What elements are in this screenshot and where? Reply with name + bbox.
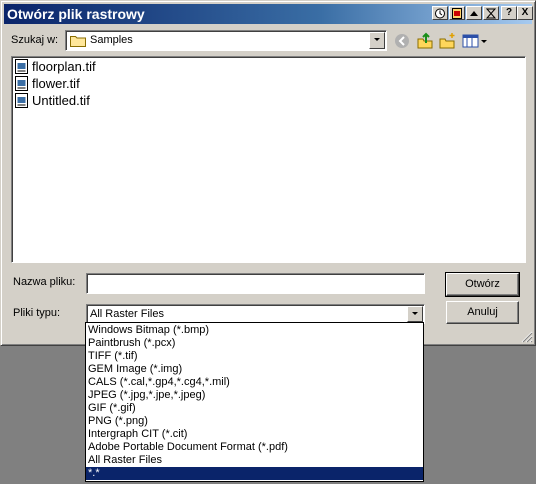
hourglass-icon[interactable] bbox=[483, 6, 499, 20]
chevron-down-icon[interactable] bbox=[407, 306, 423, 322]
folder-icon bbox=[70, 36, 86, 47]
list-item[interactable]: Windows Bitmap (*.bmp) bbox=[86, 324, 423, 337]
view-menu-icon[interactable] bbox=[461, 31, 489, 51]
title-bar[interactable]: Otwórz plik rastrowy ? X bbox=[4, 4, 533, 24]
chevron-down-icon[interactable] bbox=[369, 32, 385, 49]
image-file-icon bbox=[15, 76, 28, 91]
document-icon[interactable] bbox=[449, 6, 465, 20]
file-item-untitled[interactable]: Untitled.tif bbox=[15, 92, 90, 109]
filetype-select[interactable]: All Raster Files bbox=[86, 304, 425, 324]
window-title: Otwórz plik rastrowy bbox=[7, 6, 145, 22]
look-in-value: Samples bbox=[90, 34, 133, 46]
list-item[interactable]: PNG (*.png) bbox=[86, 415, 423, 428]
list-item[interactable]: CALS (*.cal,*.gp4,*.cg4,*.mil) bbox=[86, 376, 423, 389]
list-item-selected[interactable]: *.* bbox=[86, 467, 423, 480]
file-item-floorplan[interactable]: floorplan.tif bbox=[15, 58, 96, 75]
file-list[interactable]: floorplan.tif flower.tif Untitled.tif bbox=[11, 56, 526, 263]
new-folder-icon[interactable] bbox=[438, 31, 458, 51]
file-name: flower.tif bbox=[32, 76, 80, 91]
open-button[interactable]: Otwórz bbox=[445, 272, 520, 297]
cancel-button[interactable]: Anuluj bbox=[446, 301, 519, 324]
filetype-value: All Raster Files bbox=[90, 308, 164, 320]
filename-label: Nazwa pliku: bbox=[13, 276, 76, 288]
filename-input[interactable] bbox=[86, 273, 425, 294]
resize-grip-icon[interactable] bbox=[521, 331, 533, 343]
file-name: Untitled.tif bbox=[32, 93, 90, 108]
list-item[interactable]: JPEG (*.jpg,*.jpe,*.jpeg) bbox=[86, 389, 423, 402]
look-in-label: Szukaj w: bbox=[11, 34, 59, 46]
list-item[interactable]: GIF (*.gif) bbox=[86, 402, 423, 415]
filetype-dropdown-list[interactable]: Windows Bitmap (*.bmp) Paintbrush (*.pcx… bbox=[85, 322, 424, 482]
list-item[interactable]: Adobe Portable Document Format (*.pdf) bbox=[86, 441, 423, 454]
back-arrow-icon[interactable] bbox=[392, 31, 412, 51]
filetype-label: Pliki typu: bbox=[13, 307, 61, 319]
list-item[interactable]: Intergraph CIT (*.cit) bbox=[86, 428, 423, 441]
image-file-icon bbox=[15, 93, 28, 108]
image-file-icon bbox=[15, 59, 28, 74]
close-icon[interactable]: X bbox=[517, 6, 533, 20]
triangle-up-icon[interactable] bbox=[466, 6, 482, 20]
file-name: floorplan.tif bbox=[32, 59, 96, 74]
help-icon[interactable]: ? bbox=[501, 6, 517, 20]
list-item[interactable]: All Raster Files bbox=[86, 454, 423, 467]
list-item[interactable]: GEM Image (*.img) bbox=[86, 363, 423, 376]
clock-icon[interactable] bbox=[432, 6, 448, 20]
list-item[interactable]: TIFF (*.tif) bbox=[86, 350, 423, 363]
up-folder-icon[interactable] bbox=[415, 31, 435, 51]
list-item[interactable]: Paintbrush (*.pcx) bbox=[86, 337, 423, 350]
look-in-combo[interactable]: Samples bbox=[65, 30, 387, 51]
file-item-flower[interactable]: flower.tif bbox=[15, 75, 80, 92]
open-raster-dialog: Otwórz plik rastrowy ? X Szukaj w: Sampl… bbox=[0, 0, 536, 346]
